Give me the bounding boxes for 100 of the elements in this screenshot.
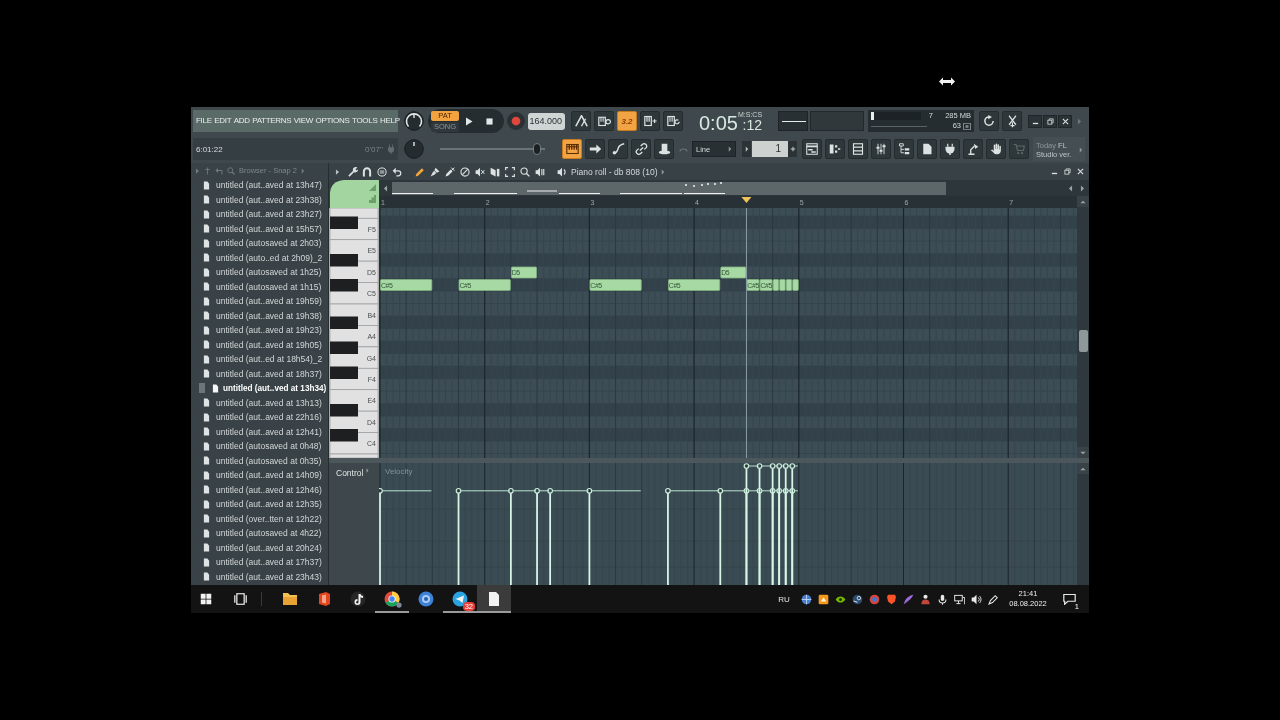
shield-icon[interactable] bbox=[886, 593, 897, 605]
velocity-bar[interactable] bbox=[534, 487, 550, 585]
browser-item[interactable]: untitled (autosaved at 4h22) bbox=[191, 526, 328, 541]
caret-right-icon[interactable] bbox=[1080, 184, 1085, 192]
toggle-button[interactable]: 3.2 bbox=[617, 111, 637, 131]
window-button[interactable] bbox=[802, 139, 822, 159]
vertical-scrollbar[interactable] bbox=[1077, 196, 1089, 458]
scroll-up-button[interactable] bbox=[1077, 463, 1089, 474]
browser-item[interactable]: untitled (autosaved at 0h48) bbox=[191, 439, 328, 454]
globe-icon[interactable] bbox=[801, 593, 812, 605]
sharp-key[interactable] bbox=[330, 429, 358, 442]
window-button[interactable] bbox=[848, 139, 868, 159]
velocity-bar[interactable] bbox=[743, 487, 760, 585]
browser-item[interactable]: untitled (autosaved at 0h35) bbox=[191, 453, 328, 468]
note-block[interactable] bbox=[785, 279, 793, 291]
menu-item[interactable]: ADD bbox=[233, 116, 250, 126]
control-label[interactable]: Control bbox=[336, 468, 364, 478]
tool-button[interactable] bbox=[517, 164, 532, 179]
browser-item[interactable]: untitled (autosaved at 1h15) bbox=[191, 279, 328, 294]
figure-icon[interactable] bbox=[920, 593, 931, 605]
browser-item[interactable]: untitled (aut..aved at 23h38) bbox=[191, 192, 328, 207]
velocity-bar[interactable] bbox=[776, 487, 786, 585]
target-icon[interactable] bbox=[869, 593, 880, 605]
window-button[interactable] bbox=[917, 139, 937, 159]
toggle-button[interactable] bbox=[594, 111, 614, 131]
velocity-bar[interactable] bbox=[769, 487, 779, 585]
scroll-down-button[interactable] bbox=[1077, 447, 1089, 458]
view-button[interactable] bbox=[585, 139, 605, 159]
menu-item[interactable]: PATTERNS bbox=[252, 116, 292, 126]
wheel-icon[interactable] bbox=[852, 593, 863, 605]
microphone-icon[interactable] bbox=[937, 593, 948, 605]
browser-item[interactable]: untitled (aut..ved at 13h34) bbox=[191, 381, 328, 396]
velocity-bar[interactable] bbox=[756, 487, 773, 585]
velocity-bar[interactable] bbox=[379, 487, 432, 585]
tool-button[interactable] bbox=[457, 164, 472, 179]
sharp-key[interactable] bbox=[330, 254, 358, 267]
menu-item[interactable]: HELP bbox=[379, 116, 400, 126]
window-button[interactable] bbox=[963, 139, 983, 159]
restore-button[interactable] bbox=[1062, 166, 1072, 177]
menu-item[interactable]: EDIT bbox=[214, 116, 232, 126]
browser-item[interactable]: untitled (aut..aved at 12h46) bbox=[191, 482, 328, 497]
tempo-field[interactable]: 164.000 bbox=[528, 112, 565, 130]
undo-icon[interactable] bbox=[392, 166, 402, 177]
wrench-icon[interactable] bbox=[348, 166, 358, 177]
browser-item[interactable]: untitled (aut..aved at 22h16) bbox=[191, 410, 328, 425]
scroll-up-button[interactable] bbox=[1077, 196, 1089, 207]
menu-item[interactable]: TOOLS bbox=[352, 116, 378, 126]
browser-item[interactable]: untitled (aut..aved at 19h05) bbox=[191, 337, 328, 352]
note-block[interactable] bbox=[779, 279, 786, 291]
taskbar-app[interactable] bbox=[477, 585, 511, 613]
browser-item[interactable]: untitled (aut..aved at 19h38) bbox=[191, 308, 328, 323]
toggle-button[interactable] bbox=[640, 111, 660, 131]
eye-icon[interactable] bbox=[835, 593, 846, 605]
window-button[interactable] bbox=[986, 139, 1006, 159]
velocity-bar[interactable] bbox=[455, 487, 511, 585]
pen-icon[interactable] bbox=[988, 593, 999, 605]
sharp-key[interactable] bbox=[330, 279, 358, 292]
toggle-button[interactable] bbox=[571, 111, 591, 131]
pattern-field[interactable]: 1 bbox=[752, 141, 788, 157]
menu-item[interactable]: OPTIONS bbox=[315, 116, 350, 126]
window-button[interactable] bbox=[940, 139, 960, 159]
browser-item[interactable]: untitled (aut..aved at 17h37) bbox=[191, 555, 328, 570]
browser-item[interactable]: untitled (over..tten at 12h22) bbox=[191, 511, 328, 526]
control-scrollbar[interactable] bbox=[1077, 463, 1089, 585]
caret-right-icon[interactable] bbox=[661, 168, 666, 175]
previous-pattern-button[interactable] bbox=[742, 141, 751, 157]
browser-item[interactable]: untitled (aut..aved at 12h41) bbox=[191, 424, 328, 439]
record-button[interactable] bbox=[507, 112, 525, 130]
refresh-button[interactable] bbox=[979, 111, 999, 131]
menu-item[interactable]: VIEW bbox=[293, 116, 314, 126]
feather-icon[interactable] bbox=[903, 593, 914, 605]
window-button[interactable] bbox=[825, 139, 845, 159]
crossed-lines-button[interactable] bbox=[1002, 111, 1022, 131]
velocity-bar[interactable] bbox=[508, 487, 537, 585]
restore-button[interactable] bbox=[1043, 114, 1057, 128]
magnet-icon[interactable] bbox=[362, 166, 372, 177]
caret-left-icon[interactable] bbox=[383, 184, 388, 192]
slider-thumb[interactable] bbox=[532, 143, 541, 155]
volume-knob[interactable] bbox=[404, 111, 424, 131]
view-button[interactable] bbox=[631, 139, 651, 159]
language-indicator[interactable]: RU bbox=[776, 594, 792, 604]
caret-right-icon[interactable] bbox=[335, 168, 340, 175]
minimize-button[interactable] bbox=[1028, 114, 1042, 128]
velocity-bar[interactable] bbox=[586, 487, 642, 585]
browser-item[interactable]: untitled (auto..ed at 2h09)_2 bbox=[191, 250, 328, 265]
note-block[interactable] bbox=[772, 279, 780, 291]
browser-item[interactable]: untitled (aut..aved at 13h47) bbox=[191, 178, 328, 193]
browser-item[interactable]: untitled (aut..aved at 14h09) bbox=[191, 468, 328, 483]
note-block[interactable] bbox=[792, 279, 799, 291]
velocity-bar[interactable] bbox=[665, 487, 720, 585]
browser-item[interactable]: untitled (aut..aved at 23h27) bbox=[191, 207, 328, 222]
browser-item[interactable]: untitled (aut..aved at 18h37) bbox=[191, 366, 328, 381]
square-icon[interactable] bbox=[818, 593, 829, 605]
caret-right-icon[interactable] bbox=[366, 468, 370, 473]
window-button[interactable] bbox=[894, 139, 914, 159]
browser-item[interactable]: untitled (autosaved at 2h03) bbox=[191, 236, 328, 251]
browser-item[interactable]: untitled (aut..aved at 15h57) bbox=[191, 221, 328, 236]
view-button[interactable] bbox=[608, 139, 628, 159]
scroll-thumb[interactable] bbox=[1078, 330, 1088, 352]
close-button[interactable] bbox=[1075, 166, 1085, 177]
